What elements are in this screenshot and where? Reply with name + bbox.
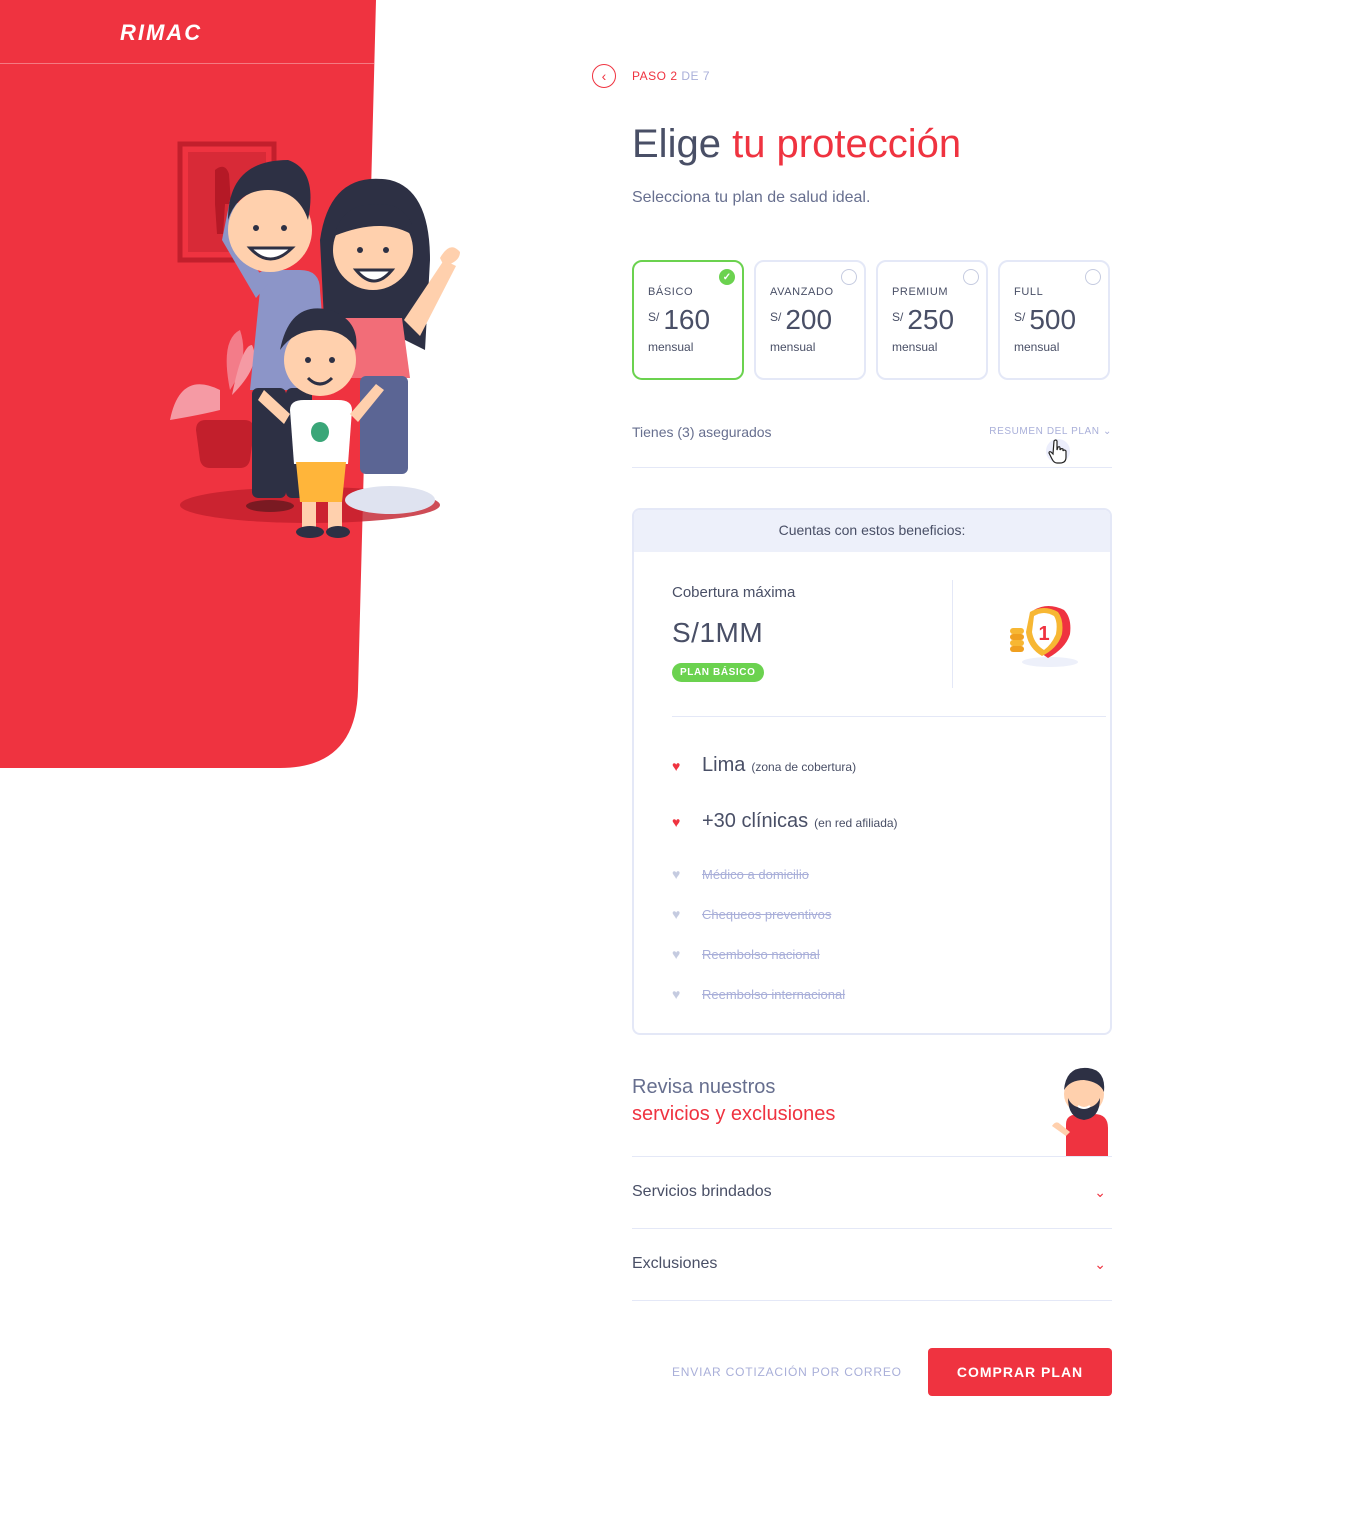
plan-period: mensual: [648, 340, 694, 354]
step-separator: DE: [681, 69, 700, 83]
benefits-header: Cuentas con estos beneficios:: [634, 510, 1110, 552]
coverage-amount: S/1MM: [672, 617, 764, 648]
divider: [632, 467, 1112, 468]
plan-currency: S/: [892, 310, 904, 324]
radio-icon: [1085, 269, 1101, 285]
plan-badge: PLAN BÁSICO: [672, 663, 764, 682]
insured-row: Tienes (3) asegurados RESUMEN DEL PLAN ⌄: [632, 424, 1112, 442]
plan-card-full[interactable]: FULL S/ 500 mensual: [998, 260, 1110, 380]
plan-name: AVANZADO: [770, 286, 834, 298]
plan-card-basico[interactable]: ✓ BÁSICO S/ 160 mensual: [632, 260, 744, 380]
step-indicator: ‹ PASO 2 DE 7: [592, 64, 710, 88]
plan-selector: ✓ BÁSICO S/ 160 mensual AVANZADO S/ 200 …: [632, 260, 1110, 380]
benefit-sub: (zona de cobertura): [751, 760, 857, 774]
heart-icon: ♥: [672, 946, 681, 962]
radio-icon: [963, 269, 979, 285]
shield-number: 1: [1038, 623, 1049, 645]
hand-cursor-icon: [1046, 439, 1070, 464]
rimac-logo[interactable]: RIMAC: [120, 20, 202, 46]
plan-currency: S/: [770, 310, 782, 324]
benefit-sub: (en red afiliada): [814, 816, 898, 830]
header-divider: [0, 63, 374, 64]
heart-icon: ♥: [672, 814, 681, 830]
check-icon: ✓: [719, 269, 735, 285]
horizontal-divider: [672, 716, 1106, 717]
page-title: Elige tu protección: [632, 122, 961, 167]
step-prefix: PASO: [632, 69, 667, 83]
title-highlight: tu protección: [732, 122, 962, 166]
benefit-item-disabled: ♥ Reembolso nacional: [672, 946, 820, 962]
plan-period: mensual: [1014, 340, 1060, 354]
coverage-label: Cobertura máxima: [672, 584, 796, 601]
plan-period: mensual: [770, 340, 816, 354]
heart-icon: ♥: [672, 986, 681, 1002]
radio-icon: [841, 269, 857, 285]
plan-card-premium[interactable]: PREMIUM S/ 250 mensual: [876, 260, 988, 380]
accordion-label: Servicios brindados: [632, 1183, 772, 1200]
plan-name: PREMIUM: [892, 286, 949, 298]
plan-price: 160: [663, 304, 711, 335]
benefit-item: ♥ Lima (zona de cobertura): [672, 754, 856, 777]
plan-price: 500: [1029, 304, 1077, 335]
chevron-down-icon: ⌄: [1094, 1183, 1106, 1200]
benefit-main: Lima: [702, 754, 746, 776]
benefit-item: ♥ +30 clínicas (en red afiliada): [672, 810, 898, 833]
plan-period: mensual: [892, 340, 938, 354]
accordion-label: Exclusiones: [632, 1255, 718, 1272]
benefit-item-disabled: ♥ Médico a domicilio: [672, 866, 809, 882]
benefit-item-disabled: ♥ Reembolso internacional: [672, 986, 845, 1002]
chevron-down-icon: ⌄: [1094, 1255, 1106, 1272]
benefit-main: +30 clínicas: [702, 810, 809, 832]
vertical-divider: [952, 580, 953, 688]
summary-link-label: RESUMEN DEL PLAN: [989, 426, 1100, 437]
coverage-block: Cobertura máxima S/1MM PLAN BÁSICO: [672, 584, 795, 682]
plan-card-avanzado[interactable]: AVANZADO S/ 200 mensual: [754, 260, 866, 380]
title-prefix: Elige: [632, 122, 721, 166]
plan-price: 250: [907, 304, 955, 335]
divider: [632, 1300, 1112, 1301]
review-line-2: servicios y exclusiones: [632, 1103, 836, 1125]
review-heading: Revisa nuestros servicios y exclusiones: [632, 1076, 835, 1126]
step-total: 7: [702, 69, 711, 83]
benefit-main: Chequeos preventivos: [702, 907, 832, 922]
plan-currency: S/: [1014, 310, 1026, 324]
plan-name: BÁSICO: [648, 286, 694, 298]
plan-name: FULL: [1014, 286, 1044, 298]
heart-icon: ♥: [672, 906, 681, 922]
page-subtitle: Selecciona tu plan de salud ideal.: [632, 189, 871, 206]
shield-coins-icon: 1: [1010, 606, 1078, 667]
plan-summary-link[interactable]: RESUMEN DEL PLAN ⌄: [989, 426, 1112, 437]
family-illustration: [170, 141, 460, 538]
hero-panel: RIMAC: [0, 0, 460, 768]
chevron-down-icon: ⌄: [1103, 426, 1112, 437]
benefit-main: Reembolso internacional: [702, 987, 846, 1002]
benefit-main: Reembolso nacional: [702, 947, 820, 962]
accordion-exclusiones[interactable]: Exclusiones ⌄: [632, 1229, 1112, 1299]
buy-plan-button[interactable]: COMPRAR PLAN: [928, 1348, 1112, 1396]
plan-currency: S/: [648, 310, 660, 324]
benefit-item-disabled: ♥ Chequeos preventivos: [672, 906, 831, 922]
insured-count: Tienes (3) asegurados: [632, 424, 772, 440]
back-button[interactable]: ‹: [592, 64, 616, 88]
benefit-main: Médico a domicilio: [702, 867, 809, 882]
benefits-card: Cuentas con estos beneficios: Cobertura …: [632, 508, 1112, 1035]
chevron-left-icon: ‹: [601, 68, 607, 84]
step-text: PASO 2 DE 7: [632, 69, 710, 83]
heart-icon: ♥: [672, 866, 681, 882]
review-line-1: Revisa nuestros: [632, 1076, 776, 1098]
agent-illustration: [1052, 1067, 1108, 1156]
heart-icon: ♥: [672, 758, 681, 774]
accordion-servicios[interactable]: Servicios brindados ⌄: [632, 1157, 1112, 1227]
plan-price: 200: [785, 304, 833, 335]
send-quote-email-link[interactable]: ENVIAR COTIZACIÓN POR CORREO: [672, 1365, 902, 1379]
step-current: 2: [670, 69, 678, 83]
